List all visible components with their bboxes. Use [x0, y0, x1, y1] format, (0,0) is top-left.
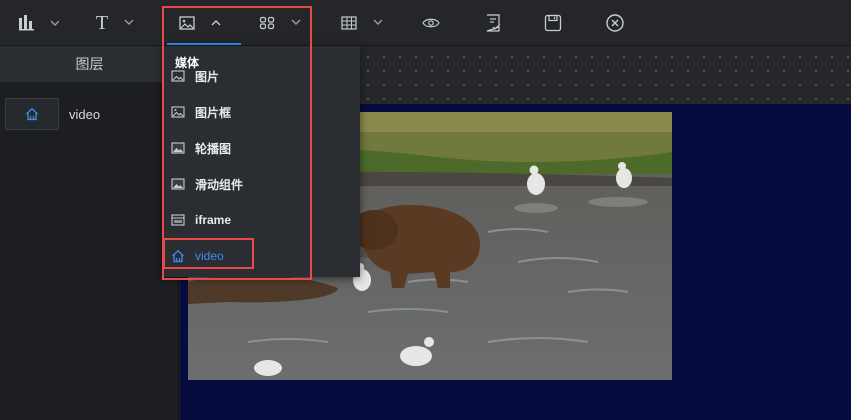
- media-button[interactable]: [172, 0, 232, 46]
- carousel-icon: [170, 140, 186, 156]
- table-icon: [341, 16, 357, 30]
- dropdown-item-label: 图片框: [195, 105, 232, 120]
- top-toolbar: T: [0, 0, 851, 46]
- dropdown-item-iframe[interactable]: iframe: [162, 205, 360, 235]
- dropdown-item-label: iframe: [195, 213, 232, 227]
- active-tab-indicator: [167, 43, 241, 45]
- layer-icon-box: [5, 98, 59, 130]
- layers-header: 图层: [0, 46, 179, 82]
- text-icon: T: [95, 11, 109, 34]
- table-button[interactable]: [334, 0, 394, 46]
- dropdown-item-video[interactable]: video: [162, 241, 360, 271]
- image-icon: [170, 68, 186, 84]
- checklist-icon: [486, 14, 501, 32]
- chevron-down-icon: [124, 19, 134, 25]
- dropdown-item-image-frame[interactable]: 图片框: [162, 97, 360, 127]
- dropdown-item-carousel[interactable]: 轮播图: [162, 133, 360, 163]
- text-button[interactable]: T: [92, 0, 142, 46]
- close-button[interactable]: [602, 0, 628, 46]
- bar-chart-icon: [19, 15, 59, 31]
- media-dropdown-menu: 媒体 图片 图片框 轮播图 滑动组件 iframe video: [162, 46, 360, 277]
- save-icon: [544, 14, 562, 32]
- close-circle-icon: [606, 14, 624, 32]
- dropdown-item-label: 轮播图: [195, 141, 232, 156]
- checklist-button[interactable]: [480, 0, 506, 46]
- dropdown-item-label: 滑动组件: [195, 177, 244, 192]
- components-button[interactable]: [252, 0, 312, 46]
- chevron-down-icon: [373, 19, 383, 25]
- grid-icon: [259, 16, 275, 30]
- layers-panel: 图层 video: [0, 46, 179, 420]
- chevron-up-icon: [211, 20, 221, 26]
- dropdown-item-label: 图片: [195, 69, 220, 84]
- preview-button[interactable]: [418, 0, 444, 46]
- home-icon: [26, 107, 38, 121]
- layer-item-video[interactable]: video: [5, 98, 175, 130]
- eye-icon: [422, 18, 440, 28]
- slider-icon: [170, 176, 186, 192]
- home-icon: [170, 248, 186, 264]
- iframe-icon: [170, 212, 186, 228]
- image-icon: [179, 16, 195, 30]
- chart-button[interactable]: [12, 0, 62, 46]
- dropdown-item-image[interactable]: 图片: [162, 64, 360, 88]
- dropdown-item-slider[interactable]: 滑动组件: [162, 169, 360, 199]
- image-frame-icon: [170, 104, 186, 120]
- layer-label: video: [69, 106, 101, 122]
- chevron-down-icon: [291, 19, 301, 25]
- save-button[interactable]: [540, 0, 566, 46]
- dropdown-item-label: video: [195, 249, 224, 263]
